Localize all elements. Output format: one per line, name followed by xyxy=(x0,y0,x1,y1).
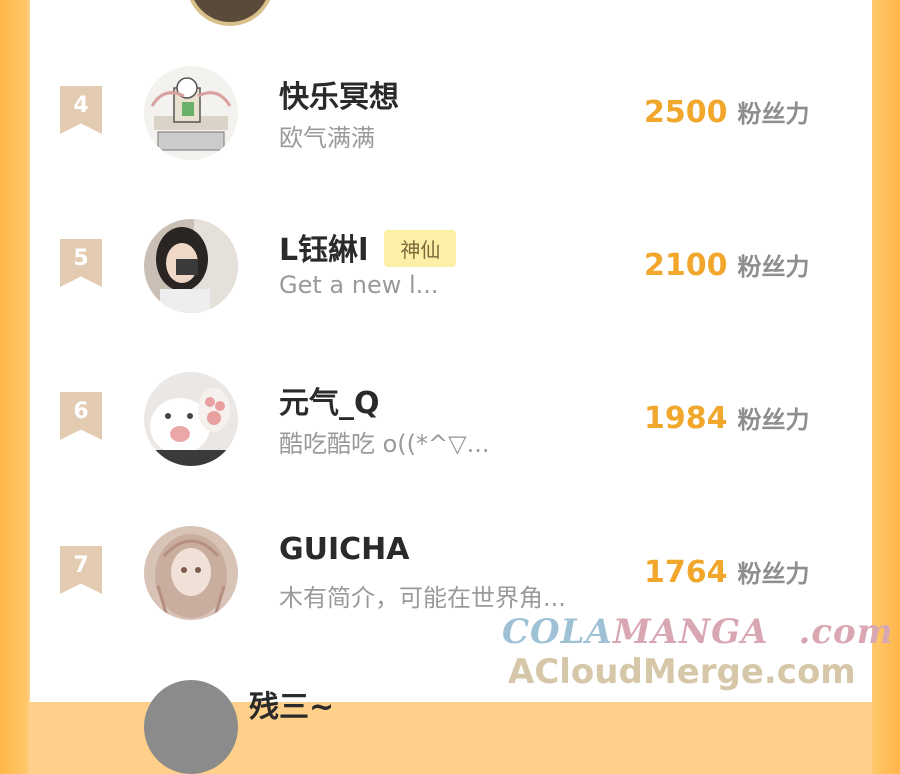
rank-badge: 4 xyxy=(60,86,102,134)
rank-badge: 7 xyxy=(60,546,102,594)
score-value: 2100 xyxy=(644,248,728,283)
user-name[interactable]: 元气_Q xyxy=(279,378,380,422)
list-item[interactable]: 7 GUICHA 木有简介，可能在世界角... 1764 粉丝力 xyxy=(30,526,872,636)
fan-score: 2500 粉丝力 xyxy=(644,94,810,130)
user-description: 酷吃酷吃 o((*^▽... xyxy=(279,430,490,458)
user-name-text: 元气_Q xyxy=(279,386,380,421)
avatar[interactable] xyxy=(144,219,238,313)
score-unit: 粉丝力 xyxy=(737,253,810,281)
ranking-card: 4 快乐冥想 欧气满满 2500 粉丝力 5 L钰綝l 神仙 Get a new… xyxy=(30,0,872,702)
score-unit: 粉丝力 xyxy=(737,100,810,128)
user-description: 欧气满满 xyxy=(279,124,375,152)
avatar-illustration xyxy=(144,66,238,160)
fan-score: 1764 粉丝力 xyxy=(644,554,810,590)
user-name-text: 快乐冥想 xyxy=(279,80,399,115)
user-name[interactable]: L钰綝l 神仙 xyxy=(279,225,457,270)
fan-score: 2100 粉丝力 xyxy=(644,247,810,283)
user-name[interactable]: 快乐冥想 xyxy=(279,72,399,116)
list-item[interactable]: 6 元气_Q 酷吃酷吃 o((*^▽... 1984 粉丝力 xyxy=(30,372,872,482)
score-value: 2500 xyxy=(644,95,728,130)
user-name-text: L钰綝l xyxy=(279,233,369,268)
user-name[interactable]: GUICHA xyxy=(279,532,410,567)
rank-badge: 5 xyxy=(60,239,102,287)
score-unit: 粉丝力 xyxy=(737,560,810,588)
avatar-illustration xyxy=(144,526,238,620)
score-value: 1984 xyxy=(644,401,728,436)
list-item[interactable]: 5 L钰綝l 神仙 Get a new l... 2100 粉丝力 xyxy=(30,219,872,329)
fan-score: 1984 粉丝力 xyxy=(644,400,810,436)
user-description: Get a new l... xyxy=(279,271,439,299)
avatar-rank-3[interactable] xyxy=(186,0,274,26)
score-value: 1764 xyxy=(644,555,728,590)
title-badge: 神仙 xyxy=(384,230,457,267)
rank-badge: 6 xyxy=(60,392,102,440)
user-name-text: GUICHA xyxy=(279,532,410,567)
user-name-rank-8[interactable]: 残三~ xyxy=(249,682,334,726)
avatar-rank-8[interactable] xyxy=(144,680,238,774)
avatar-photo xyxy=(144,372,238,466)
avatar[interactable] xyxy=(144,526,238,620)
user-description: 木有简介，可能在世界角... xyxy=(279,584,566,612)
avatar-photo xyxy=(144,219,238,313)
avatar[interactable] xyxy=(144,372,238,466)
score-unit: 粉丝力 xyxy=(737,406,810,434)
list-item[interactable]: 4 快乐冥想 欧气满满 2500 粉丝力 xyxy=(30,66,872,176)
avatar[interactable] xyxy=(144,66,238,160)
